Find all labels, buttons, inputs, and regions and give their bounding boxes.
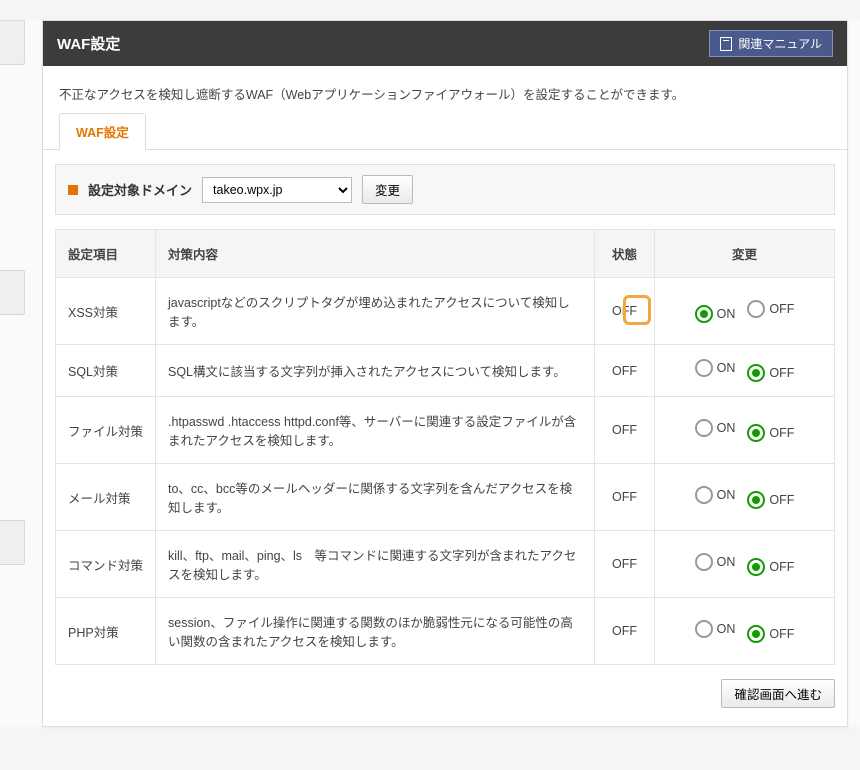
cell-item-name: XSS対策 xyxy=(56,278,156,345)
radio-circle-icon xyxy=(695,486,713,504)
cell-state: OFF xyxy=(595,598,655,665)
radio-circle-icon xyxy=(747,364,765,382)
table-row: SQL対策SQL構文に該当する文字列が挿入されたアクセスについて検知します。OF… xyxy=(56,345,835,397)
radio-circle-icon xyxy=(695,419,713,437)
radio-on[interactable]: ON xyxy=(695,359,736,377)
confirm-button[interactable]: 確認画面へ進む xyxy=(721,679,835,708)
radio-circle-icon xyxy=(747,625,765,643)
th-state: 状態 xyxy=(595,230,655,278)
radio-off[interactable]: OFF xyxy=(747,491,794,509)
panel-header: WAF設定 関連マニュアル xyxy=(43,21,847,66)
radio-on-label: ON xyxy=(717,307,736,321)
cell-content: javascriptなどのスクリプトタグが埋め込まれたアクセスについて検知します… xyxy=(156,278,595,345)
radio-on-label: ON xyxy=(717,488,736,502)
radio-circle-icon xyxy=(695,620,713,638)
main-panel: WAF設定 関連マニュアル 不正なアクセスを検知し遮断するWAF（Webアプリケ… xyxy=(42,20,848,727)
cell-change: ON OFF xyxy=(655,345,835,397)
radio-off-label: OFF xyxy=(769,560,794,574)
page-title: WAF設定 xyxy=(57,33,120,54)
table-row: XSS対策javascriptなどのスクリプトタグが埋め込まれたアクセスについて… xyxy=(56,278,835,345)
radio-on-label: ON xyxy=(717,361,736,375)
radio-on[interactable]: ON xyxy=(695,486,736,504)
change-domain-button[interactable]: 変更 xyxy=(362,175,413,204)
th-item: 設定項目 xyxy=(56,230,156,278)
radio-off[interactable]: OFF xyxy=(747,364,794,382)
cell-content: to、cc、bcc等のメールヘッダーに関係する文字列を含んだアクセスを検知します… xyxy=(156,464,595,531)
cell-content: session、ファイル操作に関連する関数のほか脆弱性元になる可能性の高い関数の… xyxy=(156,598,595,665)
cell-change: ON OFF xyxy=(655,598,835,665)
table-row: メール対策to、cc、bcc等のメールヘッダーに関係する文字列を含んだアクセスを… xyxy=(56,464,835,531)
th-content: 対策内容 xyxy=(156,230,595,278)
th-change: 変更 xyxy=(655,230,835,278)
radio-on[interactable]: ON xyxy=(695,305,736,323)
tab-row: WAF設定 xyxy=(43,113,847,150)
cell-item-name: ファイル対策 xyxy=(56,397,156,464)
manual-link-label: 関連マニュアル xyxy=(738,35,822,52)
radio-circle-icon xyxy=(695,553,713,571)
page-description: 不正なアクセスを検知し遮断するWAF（Webアプリケーションファイアウォール）を… xyxy=(43,66,847,113)
radio-circle-icon xyxy=(747,300,765,318)
cell-state: OFF xyxy=(595,345,655,397)
radio-circle-icon xyxy=(747,491,765,509)
cell-change: ON OFF xyxy=(655,278,835,345)
domain-selector-bar: 設定対象ドメイン takeo.wpx.jp 変更 xyxy=(55,164,835,215)
radio-off-label: OFF xyxy=(769,302,794,316)
radio-circle-icon xyxy=(695,359,713,377)
radio-off-label: OFF xyxy=(769,493,794,507)
cell-change: ON OFF xyxy=(655,464,835,531)
radio-off[interactable]: OFF xyxy=(747,625,794,643)
cell-item-name: SQL対策 xyxy=(56,345,156,397)
radio-on-label: ON xyxy=(717,555,736,569)
domain-label: 設定対象ドメイン xyxy=(88,180,192,199)
highlight-box xyxy=(623,295,651,325)
radio-on-label: ON xyxy=(717,421,736,435)
table-row: ファイル対策.htpasswd .htaccess httpd.conf等、サー… xyxy=(56,397,835,464)
cell-item-name: コマンド対策 xyxy=(56,531,156,598)
radio-circle-icon xyxy=(695,305,713,323)
table-row: PHP対策session、ファイル操作に関連する関数のほか脆弱性元になる可能性の… xyxy=(56,598,835,665)
radio-off[interactable]: OFF xyxy=(747,424,794,442)
cell-state: OFF xyxy=(595,464,655,531)
radio-off-label: OFF xyxy=(769,426,794,440)
radio-on[interactable]: ON xyxy=(695,553,736,571)
table-row: コマンド対策kill、ftp、mail、ping、ls 等コマンドに関連する文字… xyxy=(56,531,835,598)
manual-link[interactable]: 関連マニュアル xyxy=(709,30,833,57)
cell-state: OFF xyxy=(595,531,655,598)
cell-content: kill、ftp、mail、ping、ls 等コマンドに関連する文字列が含まれた… xyxy=(156,531,595,598)
bullet-icon xyxy=(68,185,78,195)
left-decorations xyxy=(0,20,25,770)
radio-off[interactable]: OFF xyxy=(747,300,794,318)
book-icon xyxy=(720,37,732,51)
radio-off-label: OFF xyxy=(769,627,794,641)
cell-change: ON OFF xyxy=(655,397,835,464)
tab-waf-settings[interactable]: WAF設定 xyxy=(59,113,146,150)
cell-state: OFF xyxy=(595,397,655,464)
cell-content: .htpasswd .htaccess httpd.conf等、サーバーに関連す… xyxy=(156,397,595,464)
radio-off[interactable]: OFF xyxy=(747,558,794,576)
radio-off-label: OFF xyxy=(769,366,794,380)
cell-change: ON OFF xyxy=(655,531,835,598)
cell-item-name: PHP対策 xyxy=(56,598,156,665)
radio-circle-icon xyxy=(747,424,765,442)
radio-on[interactable]: ON xyxy=(695,419,736,437)
cell-state: OFF xyxy=(595,278,655,345)
radio-circle-icon xyxy=(747,558,765,576)
cell-item-name: メール対策 xyxy=(56,464,156,531)
radio-on-label: ON xyxy=(717,622,736,636)
domain-select[interactable]: takeo.wpx.jp xyxy=(202,177,352,203)
cell-content: SQL構文に該当する文字列が挿入されたアクセスについて検知します。 xyxy=(156,345,595,397)
radio-on[interactable]: ON xyxy=(695,620,736,638)
waf-table: 設定項目 対策内容 状態 変更 XSS対策javascriptなどのスクリプトタ… xyxy=(55,229,835,665)
